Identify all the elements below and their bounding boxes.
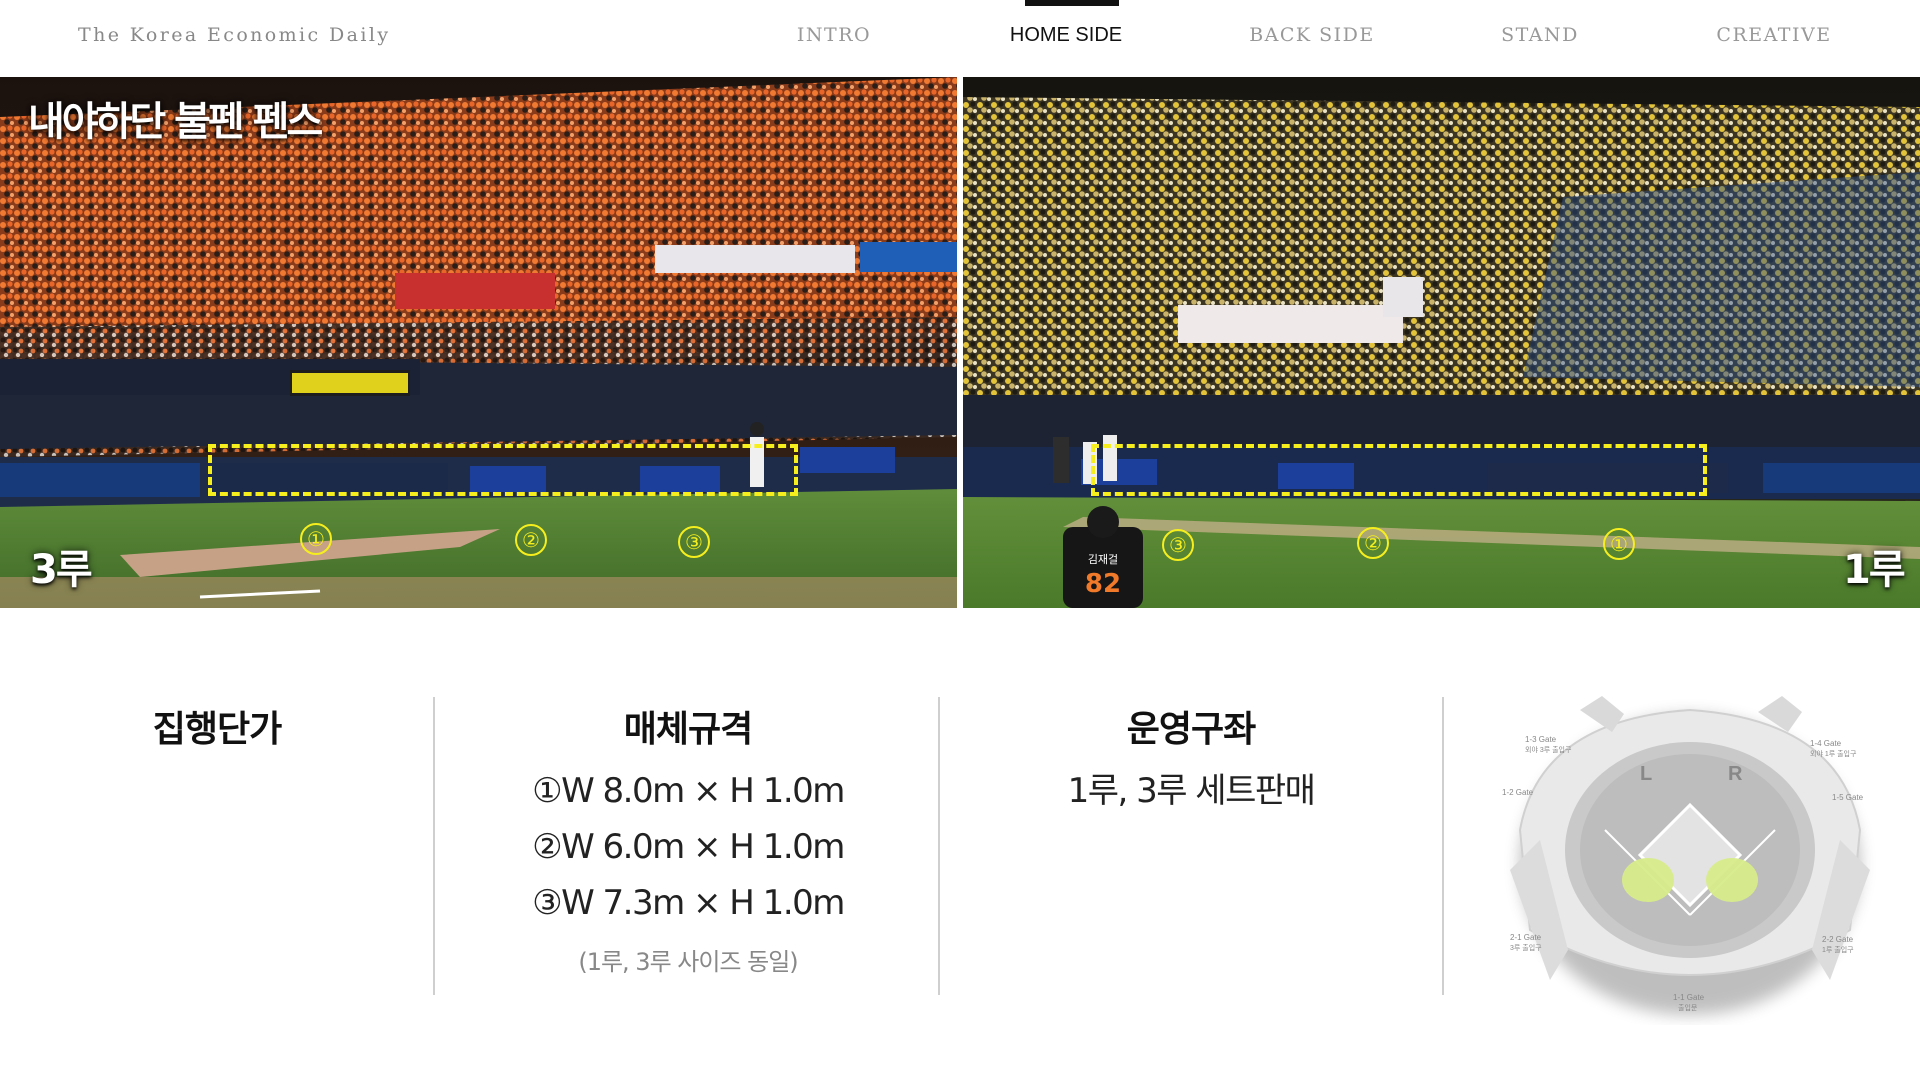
gate-label: 1-3 Gate — [1525, 735, 1557, 744]
map-right-label: R — [1728, 763, 1743, 785]
price-heading: 집행단가 — [152, 709, 282, 750]
brand-logo[interactable]: The Korea Economic Daily — [78, 24, 390, 46]
marker-1: ① — [1603, 528, 1635, 560]
nav-item-intro[interactable]: INTRO — [797, 24, 871, 46]
nav-item-back-side[interactable]: BACK SIDE — [1249, 24, 1375, 46]
column-divider — [938, 697, 940, 995]
marker-1: ① — [300, 523, 332, 555]
marker-3: ③ — [678, 526, 710, 558]
fence-highlight-box — [1091, 444, 1707, 496]
price-column: 집행단가 — [0, 700, 467, 752]
gate-label: 1루 출입구 — [1822, 945, 1854, 954]
spec-line-1: ①W 8.0m × H 1.0m — [532, 771, 845, 811]
gate-label: 외야 1루 출입구 — [1810, 749, 1857, 758]
player-number: 82 — [1085, 569, 1121, 599]
spec-note: (1루, 3루 사이즈 동일) — [578, 948, 798, 976]
gate-label: 1-1 Gate — [1673, 993, 1705, 1002]
gate-label: 2-2 Gate — [1822, 935, 1854, 944]
spec-column: 매체규격 ①W 8.0m × H 1.0m ②W 6.0m × H 1.0m ③… — [438, 700, 938, 977]
third-base-label: 3루 — [30, 547, 93, 593]
nav-item-stand[interactable]: STAND — [1501, 24, 1579, 46]
marker-3: ③ — [1162, 529, 1194, 561]
third-base-fence-photo: 내야하단 불펜 펜스 3루 ① ② ③ — [0, 77, 957, 608]
marker-2: ② — [1357, 527, 1389, 559]
gate-label: 출입문 — [1678, 1003, 1698, 1012]
gate-label: 1-2 Gate — [1502, 788, 1534, 797]
player-name: 김재걸 — [1088, 553, 1118, 566]
spec-line-2: ②W 6.0m × H 1.0m — [532, 827, 845, 867]
map-left-label: L — [1640, 763, 1652, 785]
gate-label: 3루 출입구 — [1510, 943, 1542, 952]
stadium-map: L R 1-3 Gate 외야 3루 출입구 1-4 Gate 외야 1루 출입… — [1480, 680, 1900, 1025]
gate-label: 1-5 Gate — [1832, 793, 1864, 802]
operation-column: 운영구좌 1루, 3루 세트판매 — [941, 700, 1441, 808]
spec-line-3: ③W 7.3m × H 1.0m — [532, 883, 845, 923]
gate-label: 1-4 Gate — [1810, 739, 1842, 748]
operation-line: 1루, 3루 세트판매 — [1067, 771, 1316, 811]
top-navigation: The Korea Economic Daily INTRO HOME SIDE… — [0, 0, 1920, 76]
nav-item-home-side[interactable]: HOME SIDE — [1010, 24, 1122, 47]
gate-label: 외야 3루 출입구 — [1525, 745, 1572, 754]
marker-2: ② — [515, 524, 547, 556]
spec-heading: 매체규격 — [623, 709, 753, 750]
active-tab-indicator — [1025, 0, 1119, 6]
gate-label: 2-1 Gate — [1510, 933, 1542, 942]
nav-item-creative[interactable]: CREATIVE — [1716, 24, 1831, 46]
column-divider — [433, 697, 435, 995]
column-divider — [1442, 697, 1444, 995]
photo-title: 내야하단 불펜 펜스 — [28, 99, 323, 145]
operation-heading: 운영구좌 — [1126, 709, 1256, 750]
first-base-fence-photo: 82 김재걸 1루 ③ ② ① — [963, 77, 1920, 608]
first-base-label: 1루 — [1843, 547, 1906, 593]
fence-highlight-box — [208, 444, 798, 496]
